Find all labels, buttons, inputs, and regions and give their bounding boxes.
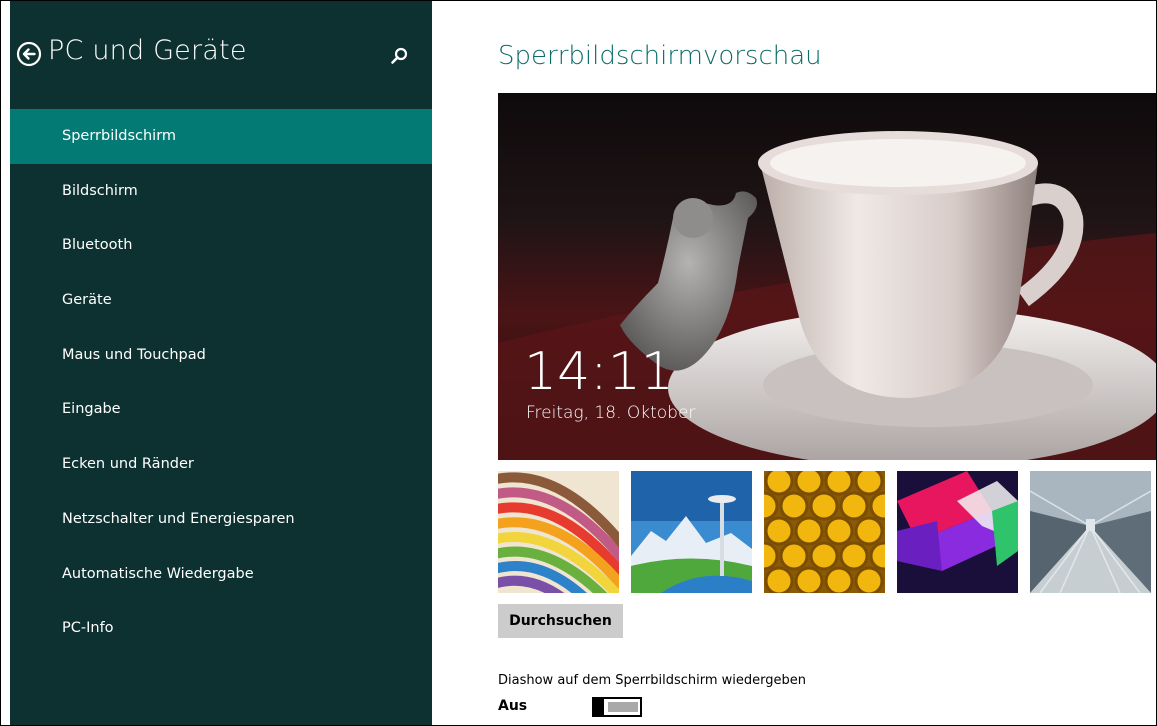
- main-content: Sperrbildschirmvorschau 14:11 Freitag, 1…: [432, 1, 1156, 725]
- honeycomb-image: [764, 471, 885, 593]
- search-icon[interactable]: [388, 45, 410, 67]
- lock-screen-preview: 14:11 Freitag, 18. Oktober: [498, 93, 1156, 460]
- toggle-knob[interactable]: [594, 699, 604, 715]
- lock-screen-time: 14:11: [524, 342, 674, 402]
- sidebar-item-eingabe[interactable]: Eingabe: [10, 382, 432, 437]
- slideshow-toggle[interactable]: [592, 697, 642, 717]
- abstract-shapes-image: [897, 471, 1018, 593]
- thumbnail-train-tunnel[interactable]: [1030, 471, 1151, 593]
- lock-screen-date: Freitag, 18. Oktober: [526, 403, 696, 423]
- thumbnail-colored-pencils[interactable]: [498, 471, 619, 593]
- slideshow-label: Diashow auf dem Sperrbildschirm wiederge…: [498, 673, 807, 688]
- colored-pencils-image: [498, 471, 619, 593]
- section-title: Sperrbildschirmvorschau: [498, 41, 822, 71]
- sidebar-item-netzschalter[interactable]: Netzschalter und Energiesparen: [10, 492, 432, 547]
- background-thumbnails: [498, 471, 1156, 593]
- sidebar-item-pc-info[interactable]: PC-Info: [10, 601, 432, 656]
- sidebar: PC und Geräte Sperrbildschirm Bildschirm…: [1, 1, 432, 725]
- sidebar-item-ecken-raender[interactable]: Ecken und Ränder: [10, 437, 432, 492]
- toggle-track: [608, 702, 638, 712]
- sidebar-header: PC und Geräte: [10, 31, 432, 81]
- thumbnail-honeycomb[interactable]: [764, 471, 885, 593]
- sidebar-item-bluetooth[interactable]: Bluetooth: [10, 218, 432, 273]
- train-tunnel-image: [1030, 471, 1151, 593]
- sidebar-nav: Sperrbildschirm Bildschirm Bluetooth Ger…: [10, 109, 432, 656]
- browse-button[interactable]: Durchsuchen: [498, 604, 623, 638]
- thumbnail-abstract-shapes[interactable]: [897, 471, 1018, 593]
- toggle-state-label: Aus: [498, 698, 528, 714]
- settings-window: PC und Geräte Sperrbildschirm Bildschirm…: [0, 0, 1157, 726]
- sidebar-item-bildschirm[interactable]: Bildschirm: [10, 164, 432, 219]
- page-title: PC und Geräte: [48, 35, 247, 66]
- sidebar-item-maus-touchpad[interactable]: Maus und Touchpad: [10, 328, 432, 383]
- sidebar-item-geraete[interactable]: Geräte: [10, 273, 432, 328]
- sidebar-item-sperrbildschirm[interactable]: Sperrbildschirm: [10, 109, 432, 164]
- thumbnail-space-needle[interactable]: [631, 471, 752, 593]
- back-arrow-circle-icon[interactable]: [16, 41, 42, 67]
- space-needle-image: [631, 471, 752, 593]
- sidebar-item-automatische-wiedergabe[interactable]: Automatische Wiedergabe: [10, 547, 432, 602]
